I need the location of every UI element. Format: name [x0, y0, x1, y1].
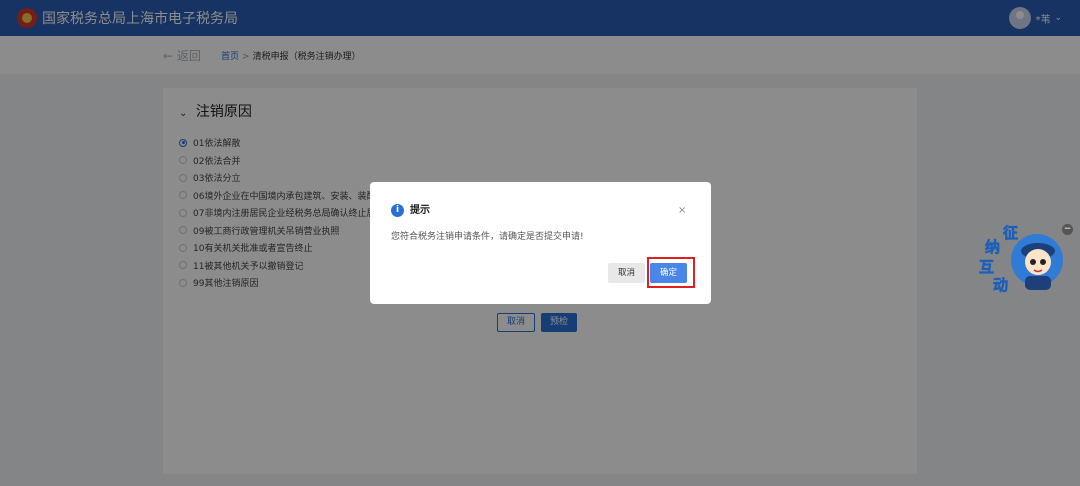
dialog-title: 提示 — [410, 205, 430, 216]
collapse-icon[interactable]: − — [1062, 224, 1073, 235]
confirm-dialog: i 提示 × 您符合税务注销申请条件，请确定是否提交申请! 取消 确定 — [370, 182, 711, 304]
close-icon[interactable]: × — [678, 204, 686, 217]
dialog-message: 您符合税务注销申请条件，请确定是否提交申请! — [391, 232, 584, 242]
highlight-box — [647, 257, 695, 288]
mascot-char: 征 — [1003, 224, 1018, 242]
mascot-char: 动 — [993, 276, 1008, 294]
mascot-char: 纳 — [985, 238, 1000, 256]
mascot-uniform-icon — [1025, 276, 1051, 290]
info-icon: i — [391, 204, 404, 217]
mascot-char: 互 — [979, 258, 994, 276]
interaction-mascot-widget[interactable]: 征 纳 互 动 — [975, 222, 1065, 298]
dialog-cancel-button[interactable]: 取消 — [608, 263, 646, 283]
